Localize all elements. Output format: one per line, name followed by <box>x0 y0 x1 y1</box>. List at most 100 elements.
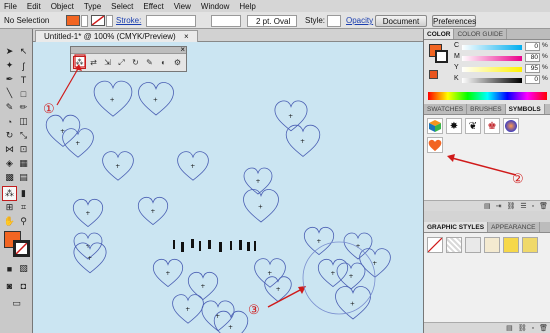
brush-dropdown[interactable]: 2 pt. Oval <box>247 15 297 27</box>
heart-symbol-instance[interactable]: + <box>72 198 104 228</box>
stroke-weight-field[interactable] <box>146 15 196 27</box>
slice-tool-icon[interactable]: ⌗ <box>17 201 30 214</box>
symbol-spinner-icon[interactable]: ↻ <box>129 56 142 69</box>
width-tool-icon[interactable]: ⋈ <box>3 143 16 156</box>
heart-symbol-instance[interactable]: + <box>243 167 273 195</box>
black-ribbon-symbol-icon[interactable]: ❦ <box>465 118 481 134</box>
tab-color[interactable]: COLOR <box>424 29 455 39</box>
tab-graphic-styles[interactable]: GRAPHIC STYLES <box>424 222 489 232</box>
symbol-styler-icon[interactable]: ⚙ <box>171 56 184 69</box>
heart-symbol-instance[interactable]: + <box>177 151 209 181</box>
new-style-icon[interactable]: ▫ <box>532 325 534 332</box>
orange-heart-symbol-icon[interactable] <box>427 137 443 153</box>
new-symbol-icon[interactable]: ▫ <box>532 203 534 210</box>
close-icon[interactable]: × <box>180 45 185 54</box>
direct-selection-tool-icon[interactable]: ↖ <box>17 45 30 58</box>
scale-tool-icon[interactable]: ⤡ <box>17 129 30 142</box>
heart-symbol-instance[interactable]: + <box>152 258 184 288</box>
slider-y[interactable] <box>462 67 522 72</box>
eraser-tool-icon[interactable]: ◫ <box>17 115 30 128</box>
pen-tool-icon[interactable]: ✒ <box>3 73 16 86</box>
tab-symbols[interactable]: SYMBOLS <box>505 104 545 114</box>
perspective-grid-tool-icon[interactable]: ▦ <box>17 157 30 170</box>
shadow-style-swatch[interactable] <box>465 237 481 253</box>
heart-symbol-instance[interactable]: + <box>335 286 371 320</box>
menu-effect[interactable]: Effect <box>143 2 163 11</box>
menu-view[interactable]: View <box>174 2 191 11</box>
style-dropdown[interactable] <box>327 15 341 27</box>
heart-symbol-instance[interactable]: + <box>285 124 321 157</box>
artboard-canvas[interactable]: + + + + + + + + + + + + + + + + + + + + + + + + + + + <box>33 42 423 333</box>
style-libraries-icon[interactable]: ▤ <box>506 324 513 332</box>
gold-style-swatch[interactable] <box>522 237 538 253</box>
menu-window[interactable]: Window <box>201 2 229 11</box>
shape-builder-tool-icon[interactable]: ◈ <box>3 157 16 170</box>
heart-symbol-instance[interactable]: + <box>359 248 391 278</box>
red-ribbon-symbol-icon[interactable]: ♚ <box>484 118 500 134</box>
menu-type[interactable]: Type <box>84 2 101 11</box>
screen-mode-icon[interactable]: ▭ <box>10 297 23 310</box>
selection-tool-icon[interactable]: ➤ <box>3 45 16 58</box>
symbol-sizer-icon[interactable]: ⤢ <box>115 56 128 69</box>
tab-appearance[interactable]: APPEARANCE <box>488 222 540 232</box>
cube-symbol-icon[interactable] <box>427 118 443 134</box>
draw-normal-icon[interactable]: ◙ <box>3 279 16 292</box>
delete-symbol-icon[interactable]: 🗑 <box>539 202 548 210</box>
fill-dropdown[interactable] <box>81 15 88 27</box>
document-setup-button[interactable]: Document Setup <box>375 15 427 38</box>
color-mode-icon[interactable]: ■ <box>3 262 16 275</box>
stroke-color-box[interactable] <box>13 240 30 257</box>
heart-symbol-instance[interactable]: + <box>172 294 204 324</box>
place-symbol-icon[interactable]: ⇥ <box>496 202 502 210</box>
fill-swatch[interactable] <box>66 15 80 26</box>
draw-behind-icon[interactable]: ◘ <box>17 279 30 292</box>
heart-symbol-instance[interactable]: + <box>102 151 134 181</box>
symbol-options-icon[interactable]: ☰ <box>520 202 526 210</box>
menu-help[interactable]: Help <box>239 2 255 11</box>
menu-select[interactable]: Select <box>111 2 133 11</box>
symbol-stainer-icon[interactable]: ✎ <box>143 56 156 69</box>
preferences-button[interactable]: Preferences <box>432 15 476 27</box>
opacity-link[interactable]: Opacity <box>346 15 373 27</box>
slider-k[interactable] <box>462 78 522 83</box>
gradient-mode-icon[interactable]: ▧ <box>17 262 30 275</box>
panel-stroke-swatch[interactable] <box>435 50 448 63</box>
heart-symbol-instance[interactable]: + <box>343 232 373 260</box>
blue-orb-symbol-icon[interactable] <box>503 118 519 134</box>
heart-symbol-instance[interactable]: + <box>303 226 335 256</box>
tab-color-guide[interactable]: COLOR GUIDE <box>454 29 507 39</box>
blob-brush-tool-icon[interactable]: ◔ <box>3 115 16 128</box>
symbol-scruncher-icon[interactable]: ⇲ <box>101 56 114 69</box>
variable-width-dropdown[interactable] <box>211 15 241 27</box>
symbol-sprayer-icon[interactable]: ⁂ <box>73 56 86 69</box>
tab-brushes[interactable]: BRUSHES <box>467 104 506 114</box>
heart-symbol-instance[interactable]: + <box>187 271 219 301</box>
symbol-shifter-icon[interactable]: ⇄ <box>87 56 100 69</box>
symbol-sprayer-tool-icon[interactable]: ⁂ <box>2 186 17 201</box>
heart-symbol-instance[interactable]: + <box>137 196 169 226</box>
symbol-screener-icon[interactable]: ◐ <box>157 56 170 69</box>
stroke-link[interactable]: Stroke: <box>116 15 141 27</box>
menu-edit[interactable]: Edit <box>27 2 41 11</box>
hand-tool-icon[interactable]: ✋ <box>3 215 16 228</box>
type-tool-icon[interactable]: T <box>17 73 30 86</box>
delete-style-icon[interactable]: 🗑 <box>539 324 548 332</box>
stroke-dropdown[interactable] <box>106 15 113 27</box>
yellow-style-swatch[interactable] <box>503 237 519 253</box>
heart-symbol-instance[interactable]: + <box>243 189 279 223</box>
heart-symbol-instance[interactable]: + <box>93 80 133 117</box>
tab-swatches[interactable]: SWATCHES <box>424 104 468 114</box>
symbolism-panel-header[interactable]: × <box>71 45 186 54</box>
magic-wand-tool-icon[interactable]: ✦ <box>3 59 16 72</box>
splat-symbol-icon[interactable]: ✸ <box>446 118 462 134</box>
break-link-icon[interactable]: ⛓ <box>506 202 515 210</box>
free-transform-tool-icon[interactable]: ⊡ <box>17 143 30 156</box>
stroke-swatch[interactable] <box>91 15 105 26</box>
gradient-tool-icon[interactable]: ▤ <box>17 171 30 184</box>
rectangle-tool-icon[interactable]: □ <box>17 87 30 100</box>
color-spectrum[interactable] <box>428 92 547 100</box>
artboard-tool-icon[interactable]: ⊞ <box>3 201 16 214</box>
heart-symbol-instance[interactable]: + <box>264 276 292 302</box>
break-style-link-icon[interactable]: ⛓ <box>518 324 527 332</box>
symbol-libraries-icon[interactable]: ▤ <box>484 202 491 210</box>
